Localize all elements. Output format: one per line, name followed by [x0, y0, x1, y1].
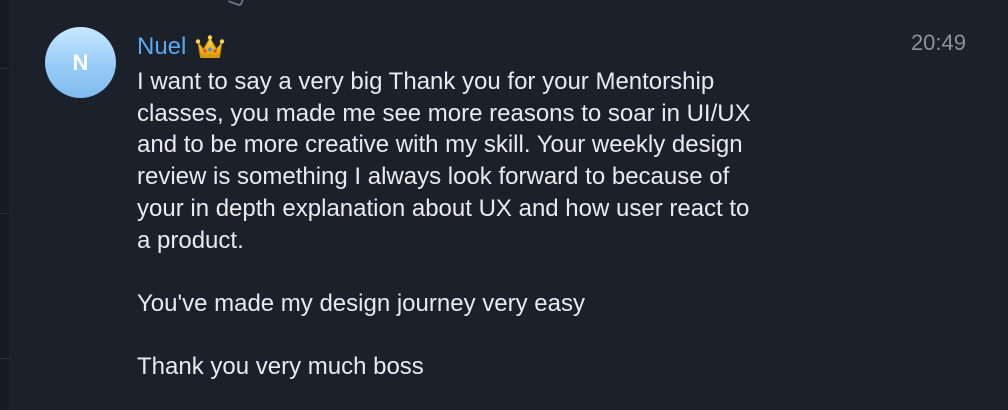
crown-icon — [196, 35, 225, 58]
message-paragraph: You've made my design journey very easy — [137, 289, 585, 317]
message[interactable]: N Nuel 20:49 I want to say a very big Th… — [0, 0, 1008, 410]
sender-name[interactable]: Nuel — [137, 33, 186, 61]
message-body[interactable]: I want to say a very big Thank you for y… — [137, 66, 857, 383]
chat-pane: N Nuel 20:49 I want to say a very big Th… — [0, 0, 1008, 410]
message-paragraph: I want to say a very big Thank you for y… — [137, 68, 751, 254]
message-paragraph: Thank you very much boss — [137, 353, 424, 381]
timestamp: 20:49 — [910, 30, 966, 55]
avatar[interactable]: N — [45, 27, 116, 98]
sender-line: Nuel — [137, 30, 225, 64]
avatar-initial: N — [72, 49, 89, 75]
